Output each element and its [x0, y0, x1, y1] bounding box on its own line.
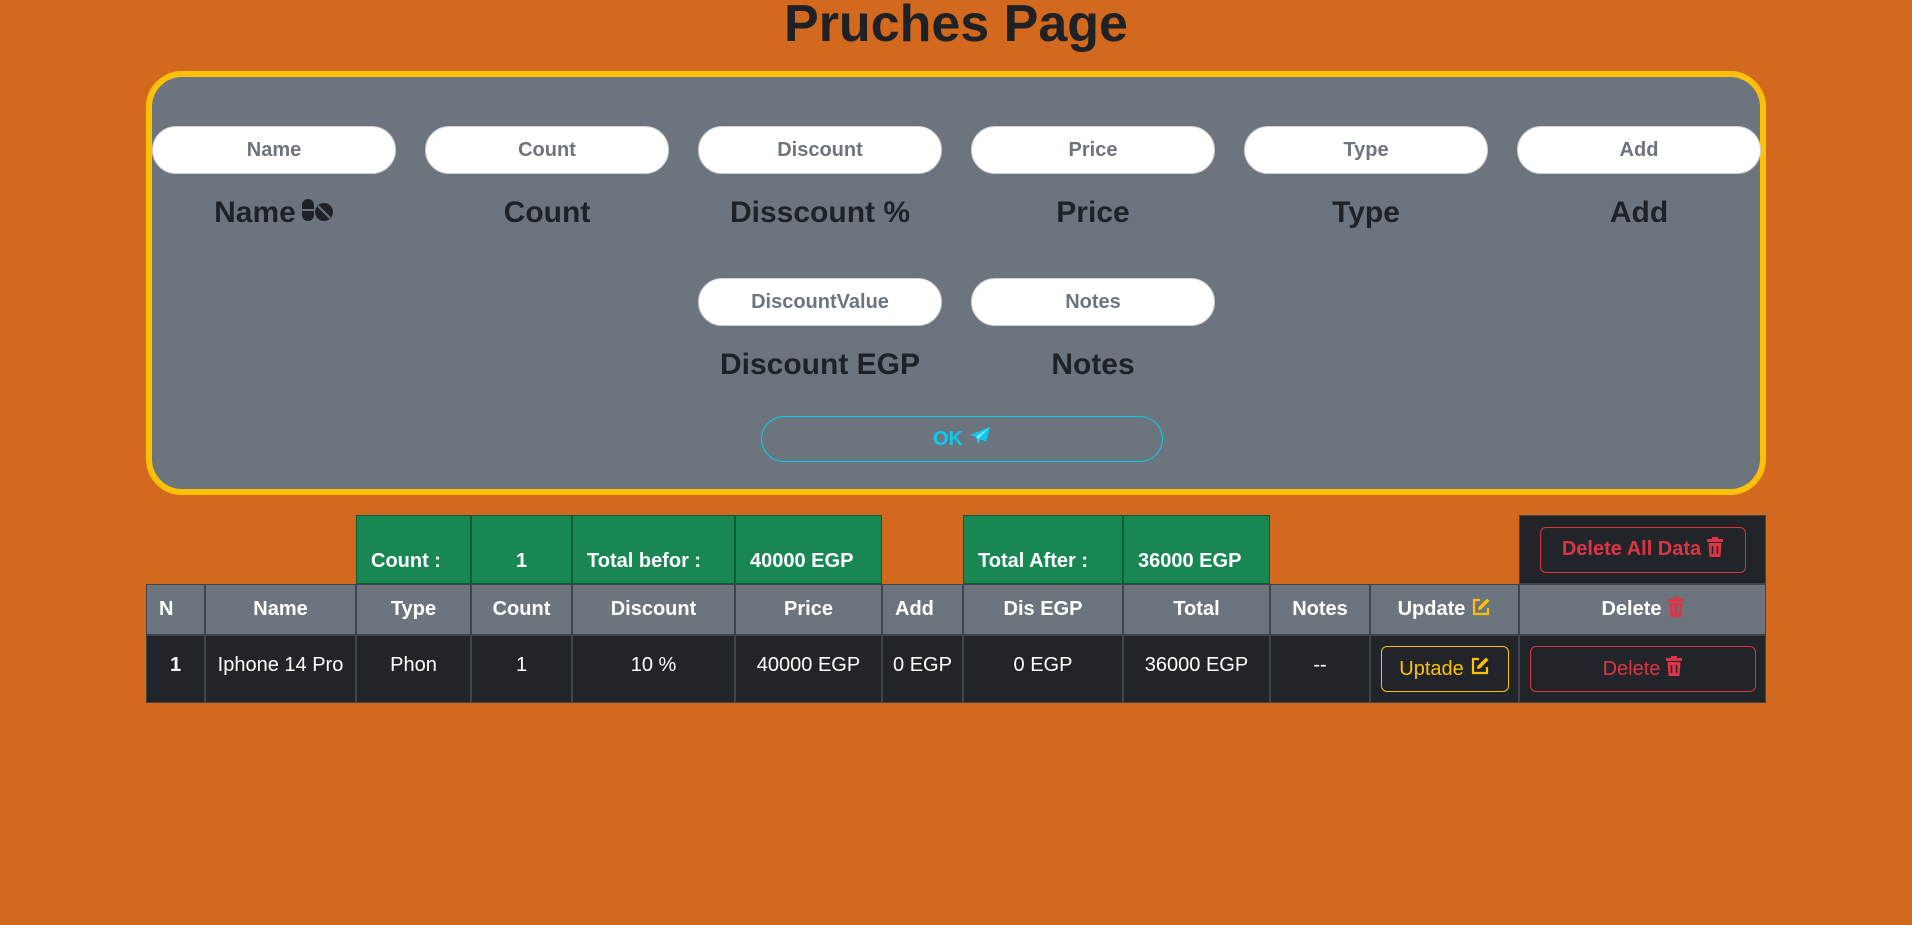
notes-field-group: Notes	[971, 278, 1215, 382]
header-total: Total	[1123, 584, 1270, 635]
count-input[interactable]	[425, 126, 669, 174]
row-price: 40000 EGP	[735, 635, 882, 703]
header-delete: Delete	[1519, 584, 1766, 635]
price-input[interactable]	[971, 126, 1215, 174]
notes-label: Notes	[1051, 348, 1135, 381]
trash-icon	[1707, 536, 1724, 563]
header-type: Type	[356, 584, 471, 635]
header-discount: Discount	[572, 584, 735, 635]
delete-all-label: Delete All Data	[1561, 538, 1702, 560]
summary-total-before-value: 40000 EGP	[735, 515, 882, 584]
edit-icon	[1470, 656, 1490, 682]
row-update-cell: Uptade	[1370, 635, 1519, 703]
name-input[interactable]	[152, 126, 396, 174]
pills-icon	[300, 197, 334, 231]
row-name: Iphone 14 Pro	[205, 635, 356, 703]
discount-value-input[interactable]	[698, 278, 942, 326]
add-field-group: Add	[1517, 126, 1761, 230]
summary-count-value: 1	[471, 515, 572, 584]
summary-total-after-label: Total After :	[963, 515, 1123, 584]
ok-button[interactable]: OK	[761, 416, 1163, 462]
trash-icon	[1667, 596, 1684, 623]
delete-all-container: Delete All Data	[1519, 515, 1766, 584]
type-field-group: Type	[1244, 126, 1488, 230]
row-n: 1	[146, 635, 205, 703]
row-discount: 10 %	[572, 635, 735, 703]
header-n: N	[146, 584, 205, 635]
delete-all-button[interactable]: Delete All Data	[1539, 526, 1746, 573]
discount-input[interactable]	[698, 126, 942, 174]
notes-input[interactable]	[971, 278, 1215, 326]
header-price: Price	[735, 584, 882, 635]
discount-value-field-group: Discount EGP	[698, 278, 942, 382]
header-update-label: Update	[1397, 598, 1466, 620]
ok-label: OK	[933, 427, 963, 450]
header-update: Update	[1370, 584, 1519, 635]
price-field-group: Price	[971, 126, 1215, 230]
delete-label: Delete	[1602, 657, 1661, 680]
header-name: Name	[205, 584, 356, 635]
price-label: Price	[1056, 196, 1130, 229]
count-field-group: Count	[425, 126, 669, 230]
row-count: 1	[471, 635, 572, 703]
discount-label: Disscount %	[729, 196, 911, 229]
type-input[interactable]	[1244, 126, 1488, 174]
trash-icon	[1666, 656, 1683, 682]
update-label: Uptade	[1399, 657, 1464, 680]
header-delete-label: Delete	[1601, 598, 1662, 620]
summary-total-after-value: 36000 EGP	[1123, 515, 1270, 584]
row-dis-egp: 0 EGP	[963, 635, 1123, 703]
summary-total-before-label: Total befor :	[572, 515, 735, 584]
edit-icon	[1471, 597, 1491, 623]
paper-plane-icon	[969, 426, 991, 452]
name-field-group: Name	[152, 126, 396, 231]
name-label: Name	[152, 196, 396, 231]
row-total: 36000 EGP	[1123, 635, 1270, 703]
header-notes: Notes	[1270, 584, 1370, 635]
row-notes: --	[1270, 635, 1370, 703]
row-delete-cell: Delete	[1519, 635, 1766, 703]
add-label: Add	[1609, 196, 1669, 229]
discount-value-label: Discount EGP	[719, 348, 921, 381]
row-type: Phon	[356, 635, 471, 703]
header-count: Count	[471, 584, 572, 635]
page-title: Pruches Page	[784, 0, 1128, 53]
discount-field-group: Disscount %	[698, 126, 942, 230]
count-label: Count	[503, 196, 591, 229]
header-add: Add	[882, 584, 963, 635]
summary-count-label: Count :	[356, 515, 471, 584]
add-input[interactable]	[1517, 126, 1761, 174]
update-button[interactable]: Uptade	[1380, 646, 1509, 692]
type-label: Type	[1332, 196, 1400, 229]
header-dis-egp: Dis EGP	[963, 584, 1123, 635]
row-add: 0 EGP	[882, 635, 963, 703]
delete-button[interactable]: Delete	[1529, 646, 1756, 692]
purchase-form-card: Name Count Disscount % Price Type Add Di…	[146, 71, 1766, 495]
